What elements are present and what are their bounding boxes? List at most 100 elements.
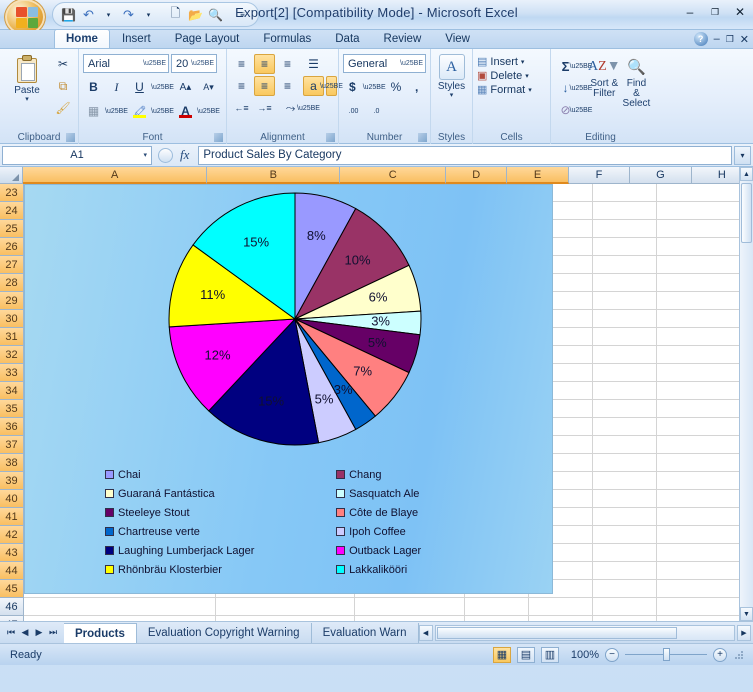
row-header[interactable]: 47: [0, 616, 24, 621]
column-header-c[interactable]: C: [340, 167, 446, 184]
vertical-scroll-thumb[interactable]: [741, 183, 752, 243]
font-name-caret-icon[interactable]: \u25BE: [140, 60, 166, 67]
row-header[interactable]: 41: [0, 508, 24, 526]
font-color-caret-icon[interactable]: \u25BE: [197, 101, 220, 121]
font-name-combo[interactable]: Arial \u25BE: [83, 54, 169, 73]
tab-review[interactable]: Review: [372, 29, 434, 48]
row-header[interactable]: 34: [0, 382, 24, 400]
sort-filter-button[interactable]: A Z ▼ Sort & Filter: [588, 54, 621, 130]
name-box[interactable]: A1 ▾: [2, 145, 152, 165]
sheet-tab-products[interactable]: Products: [64, 622, 137, 643]
format-cells-button[interactable]: ▦ Format ▾: [477, 83, 546, 97]
resize-grip-icon[interactable]: [733, 649, 745, 661]
row-header[interactable]: 37: [0, 436, 24, 454]
number-format-combo[interactable]: General \u25BE: [343, 54, 426, 73]
bold-button[interactable]: B: [83, 77, 104, 97]
page-break-preview-button[interactable]: ▥: [541, 646, 559, 663]
shrink-font-button[interactable]: A▾: [198, 77, 219, 97]
delete-caret-icon[interactable]: ▾: [525, 72, 529, 80]
minimize-button[interactable]: –: [681, 4, 699, 20]
insert-caret-icon[interactable]: ▾: [521, 58, 525, 66]
delete-cells-button[interactable]: ▣ Delete ▾: [477, 69, 546, 83]
row-header[interactable]: 29: [0, 292, 24, 310]
tab-formulas[interactable]: Formulas: [251, 29, 323, 48]
row-header[interactable]: 25: [0, 220, 24, 238]
restore-workbook-button[interactable]: ❐: [726, 34, 734, 45]
font-color-button[interactable]: A: [175, 101, 196, 121]
underline-caret-icon[interactable]: \u25BE: [151, 77, 174, 97]
legend-item[interactable]: Lakkalikööri: [336, 560, 421, 579]
column-header-e[interactable]: E: [507, 167, 569, 184]
styles-button[interactable]: A Styles ▾: [435, 52, 468, 130]
cut-icon[interactable]: ✂: [52, 54, 74, 74]
borders-button[interactable]: ▦: [83, 101, 104, 121]
close-workbook-button[interactable]: ✕: [740, 33, 749, 46]
align-middle-button[interactable]: ≡: [254, 54, 275, 74]
grow-font-button[interactable]: A▴: [175, 77, 196, 97]
last-sheet-button[interactable]: ⏭: [47, 627, 59, 638]
select-all-button[interactable]: [0, 167, 24, 184]
sheet-tab-evaluation-warning[interactable]: Evaluation Warn: [312, 622, 419, 643]
normal-view-button[interactable]: ▦: [493, 646, 511, 663]
horizontal-scroll-thumb[interactable]: [436, 626, 677, 639]
find-select-button[interactable]: 🔍 Find & Select: [623, 54, 651, 130]
row-header[interactable]: 44: [0, 562, 24, 580]
restore-button[interactable]: ❐: [706, 4, 724, 20]
column-header-d[interactable]: D: [445, 167, 508, 184]
tab-scroll-right-button[interactable]: ▶: [737, 624, 751, 641]
first-sheet-button[interactable]: ⏮: [5, 627, 17, 638]
close-button[interactable]: ✕: [731, 4, 749, 20]
help-icon[interactable]: ?: [693, 32, 708, 46]
font-size-caret-icon[interactable]: \u25BE: [188, 60, 214, 67]
cell-area[interactable]: 8% 10% 6% 3% 5% 7% 3% 5% 15% 12% 11% 15% Chai Guaran…: [24, 184, 739, 621]
row-header[interactable]: 40: [0, 490, 24, 508]
underline-button[interactable]: U: [129, 77, 150, 97]
font-dialog-launcher[interactable]: [214, 133, 223, 142]
italic-button[interactable]: I: [106, 77, 127, 97]
styles-caret-icon[interactable]: ▾: [450, 92, 454, 99]
zoom-in-button[interactable]: +: [713, 647, 727, 662]
paste-caret-icon[interactable]: ▾: [25, 96, 29, 103]
legend-item[interactable]: Sasquatch Ale: [336, 484, 421, 503]
legend-item[interactable]: Outback Lager: [336, 541, 421, 560]
align-top-button[interactable]: ≡: [231, 54, 252, 74]
legend-item[interactable]: Steeleye Stout: [105, 503, 333, 522]
row-header[interactable]: 35: [0, 400, 24, 418]
legend-item[interactable]: Ipoh Coffee: [336, 522, 421, 541]
alignment-dialog-launcher[interactable]: [326, 133, 335, 142]
copy-icon[interactable]: ⧉: [52, 76, 74, 96]
fill-color-caret-icon[interactable]: \u25BE: [151, 101, 174, 121]
row-header[interactable]: 23: [0, 184, 24, 202]
cancel-formula-icon[interactable]: [158, 147, 173, 163]
column-header-f[interactable]: F: [568, 167, 631, 184]
tab-insert[interactable]: Insert: [110, 29, 163, 48]
fill-caret-icon[interactable]: \u25BE: [570, 78, 593, 98]
minimize-ribbon-button[interactable]: –: [714, 33, 720, 45]
wrap-text-button[interactable]: ☰: [303, 54, 324, 74]
horizontal-scrollbar[interactable]: [434, 624, 735, 641]
tab-data[interactable]: Data: [323, 29, 371, 48]
legend-item[interactable]: Chai: [105, 465, 333, 484]
row-header[interactable]: 42: [0, 526, 24, 544]
insert-function-icon[interactable]: fx: [177, 147, 192, 163]
formula-input[interactable]: Product Sales By Category: [198, 145, 732, 165]
row-header[interactable]: 43: [0, 544, 24, 562]
sheet-tab-evaluation-copyright-warning[interactable]: Evaluation Copyright Warning: [137, 622, 312, 643]
row-header[interactable]: 32: [0, 346, 24, 364]
legend-item[interactable]: Rhönbräu Klosterbier: [105, 560, 333, 579]
column-header-b[interactable]: B: [207, 167, 341, 184]
row-header[interactable]: 31: [0, 328, 24, 346]
row-header[interactable]: 26: [0, 238, 24, 256]
percent-style-button[interactable]: %: [387, 77, 406, 97]
insert-cells-button[interactable]: ▤ Insert ▾: [477, 55, 546, 69]
column-header-g[interactable]: G: [630, 167, 692, 184]
row-header[interactable]: 24: [0, 202, 24, 220]
increase-decimal-button[interactable]: .00: [343, 101, 364, 121]
decrease-decimal-button[interactable]: .0: [366, 101, 387, 121]
row-header[interactable]: 33: [0, 364, 24, 382]
orientation-caret-icon[interactable]: \u25BE: [297, 98, 320, 118]
format-caret-icon[interactable]: ▾: [528, 86, 532, 94]
row-header[interactable]: 46: [0, 598, 24, 616]
scroll-down-button[interactable]: ▼: [740, 607, 753, 621]
font-size-combo[interactable]: 20 \u25BE: [171, 54, 217, 73]
